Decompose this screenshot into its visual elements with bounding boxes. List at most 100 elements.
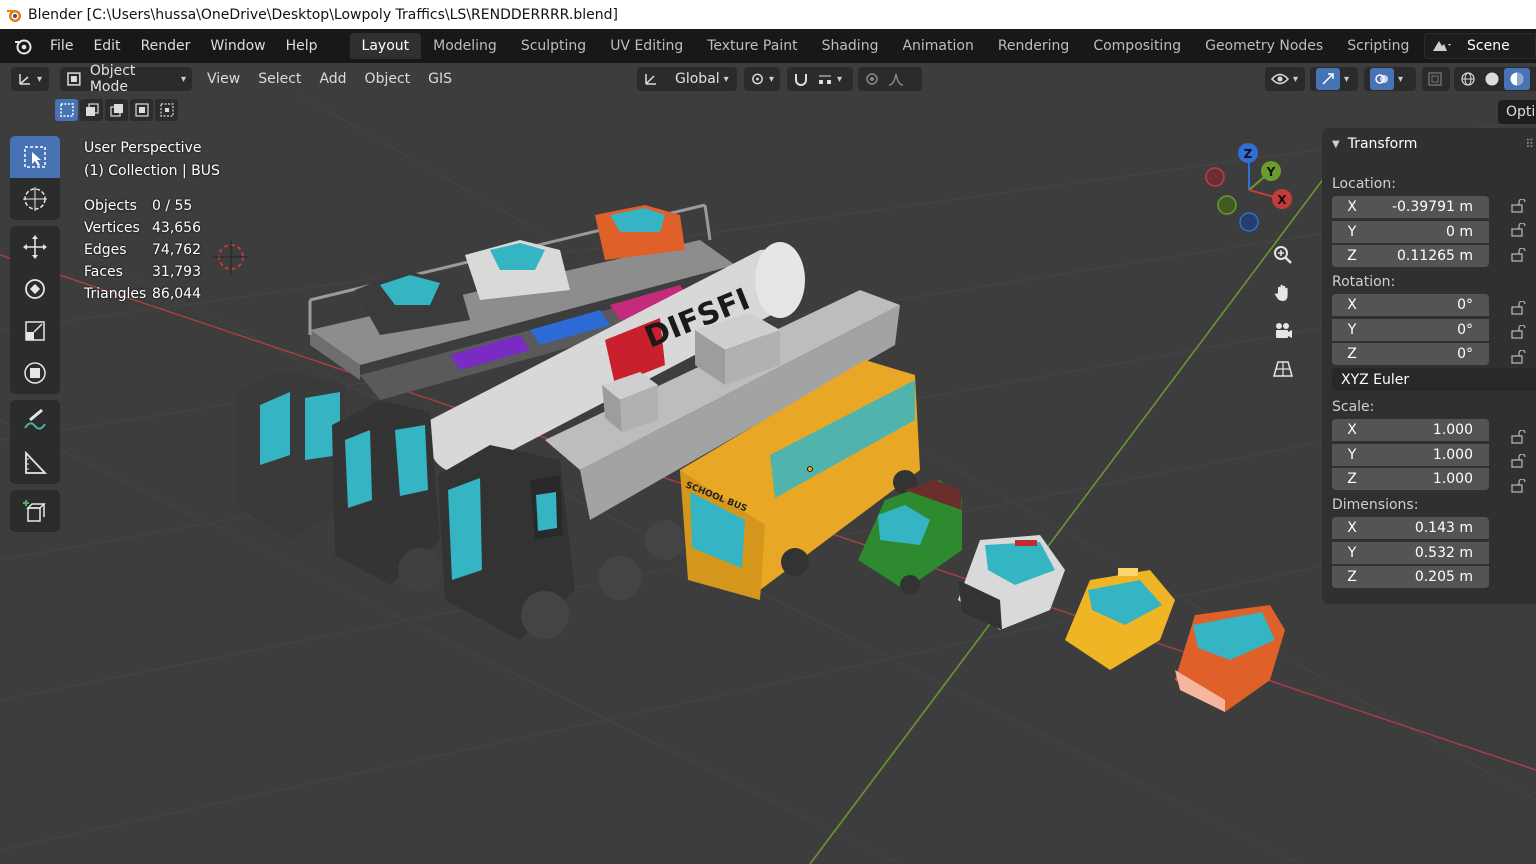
gizmo-x-label: X — [1277, 193, 1287, 207]
rotation-z-field[interactable]: Z 0° — [1332, 343, 1489, 365]
tab-sculpting[interactable]: Sculpting — [509, 33, 598, 59]
menu-render[interactable]: Render — [131, 33, 201, 59]
drag-handle-icon[interactable]: ⠿ — [1525, 137, 1534, 151]
rotation-y-field[interactable]: Y 0° — [1332, 318, 1489, 341]
gizmo-toggle-button[interactable]: ▾ — [1310, 67, 1358, 91]
chevron-down-icon: ▾ — [37, 73, 43, 85]
perspective-grid-icon[interactable] — [1268, 354, 1298, 384]
cursor-tool[interactable] — [10, 178, 60, 220]
editor-type-button[interactable]: ▾ — [11, 67, 49, 91]
dimensions-y-field[interactable]: Y 0.532 m — [1332, 541, 1489, 564]
overlays-toggle-button[interactable]: ▾ — [1364, 67, 1416, 91]
xray-toggle-button[interactable] — [1422, 67, 1450, 91]
location-y-field[interactable]: Y 0 m — [1332, 220, 1489, 243]
location-z-field[interactable]: Z 0.11265 m — [1332, 245, 1489, 267]
dimensions-x-field[interactable]: X 0.143 m — [1332, 517, 1489, 539]
field-value: -0.39791 m — [1391, 199, 1473, 215]
lock-icon[interactable] — [1510, 325, 1528, 339]
tab-geometry-nodes[interactable]: Geometry Nodes — [1193, 33, 1335, 59]
field-value: 0.205 m — [1414, 569, 1473, 585]
lock-icon[interactable] — [1510, 350, 1528, 364]
move-tool[interactable] — [10, 226, 60, 268]
mode-select[interactable]: Object Mode ▾ — [60, 63, 192, 95]
scale-z-field[interactable]: Z 1.000 — [1332, 468, 1489, 490]
solid-shading-icon[interactable] — [1480, 71, 1504, 87]
select-box-tool[interactable] — [10, 136, 60, 178]
3d-cursor[interactable] — [213, 239, 249, 275]
select-extend-icon[interactable] — [80, 99, 103, 121]
select-new-icon[interactable] — [55, 99, 78, 121]
scene-selector[interactable]: Scene — [1424, 33, 1536, 59]
annotate-icon — [24, 408, 46, 430]
tool-bar — [10, 136, 62, 538]
blender-menu-icon[interactable] — [6, 29, 40, 63]
sidebar-transform-panel: ▼ Transform ⠿ Location: X -0.39791 m Y 0 m… — [1322, 128, 1536, 604]
zoom-icon[interactable] — [1268, 240, 1298, 270]
pivot-point-button[interactable]: ▾ — [744, 67, 780, 91]
lock-icon[interactable] — [1510, 430, 1528, 444]
taxi-car[interactable] — [1065, 568, 1175, 670]
transform-tool[interactable] — [10, 352, 60, 394]
menu-view[interactable]: View — [198, 67, 249, 91]
scale-icon — [25, 321, 45, 341]
scale-x-field[interactable]: X 1.000 — [1332, 419, 1489, 441]
options-tab[interactable]: Optic — [1498, 100, 1536, 124]
tab-modeling[interactable]: Modeling — [421, 33, 509, 59]
orange-car[interactable] — [1175, 605, 1285, 712]
rotate-tool[interactable] — [10, 268, 60, 310]
pan-hand-icon[interactable] — [1268, 278, 1298, 308]
menu-file[interactable]: File — [40, 33, 83, 59]
chevron-down-icon: ▾ — [1344, 73, 1350, 85]
axis-label: X — [1347, 199, 1357, 215]
dimensions-z-field[interactable]: Z 0.205 m — [1332, 566, 1489, 588]
menu-help[interactable]: Help — [276, 33, 328, 59]
lock-icon[interactable] — [1510, 454, 1528, 468]
rotation-mode-select[interactable]: XYZ Euler — [1332, 368, 1536, 391]
menu-gis[interactable]: GIS — [419, 67, 461, 91]
measure-tool[interactable] — [10, 442, 60, 484]
lock-icon[interactable] — [1510, 199, 1528, 213]
menu-select[interactable]: Select — [249, 67, 310, 91]
transform-section-header[interactable]: ▼ Transform ⠿ — [1322, 128, 1536, 160]
select-invert-icon[interactable] — [130, 99, 153, 121]
camera-view-icon[interactable] — [1268, 316, 1298, 346]
axis-gizmo[interactable]: Z Y X — [1200, 135, 1300, 235]
lock-icon[interactable] — [1510, 248, 1528, 262]
wireframe-shading-icon[interactable] — [1456, 71, 1480, 87]
location-label: Location: — [1332, 176, 1396, 192]
stat-row: Faces 31,793 — [84, 261, 201, 283]
tab-rendering[interactable]: Rendering — [986, 33, 1082, 59]
menu-edit[interactable]: Edit — [83, 33, 130, 59]
menu-window[interactable]: Window — [200, 33, 275, 59]
annotate-tool[interactable] — [10, 400, 60, 442]
tab-uv-editing[interactable]: UV Editing — [598, 33, 695, 59]
proportional-edit-button[interactable] — [858, 67, 922, 91]
tab-compositing[interactable]: Compositing — [1081, 33, 1193, 59]
stat-value: 0 / 55 — [152, 198, 193, 214]
lock-icon[interactable] — [1510, 223, 1528, 237]
axis-label: Z — [1347, 569, 1357, 585]
material-preview-icon[interactable] — [1504, 68, 1530, 90]
tab-animation[interactable]: Animation — [890, 33, 985, 59]
rotation-x-field[interactable]: X 0° — [1332, 294, 1489, 316]
scale-y-field[interactable]: Y 1.000 — [1332, 443, 1489, 466]
select-intersect-icon[interactable] — [155, 99, 178, 121]
orientation-select[interactable]: Global ▾ — [637, 67, 737, 91]
scale-tool[interactable] — [10, 310, 60, 352]
scene-statistics: Objects 0 / 55 Vertices 43,656 Edges 74,762… — [84, 195, 201, 305]
snap-button[interactable]: ▾ — [787, 67, 853, 91]
location-x-field[interactable]: X -0.39791 m — [1332, 196, 1489, 218]
tab-scripting[interactable]: Scripting — [1335, 33, 1421, 59]
tab-layout[interactable]: Layout — [349, 33, 422, 59]
3d-viewport[interactable]: DIFSFI SCHOOL BUS Z Y X — [0, 95, 1536, 864]
tab-texture-paint[interactable]: Texture Paint — [695, 33, 809, 59]
menu-object[interactable]: Object — [356, 67, 420, 91]
lock-icon[interactable] — [1510, 479, 1528, 493]
police-car[interactable] — [958, 535, 1065, 630]
add-cube-tool[interactable] — [10, 490, 60, 532]
visibility-button[interactable]: ▾ — [1265, 67, 1305, 91]
select-subtract-icon[interactable] — [105, 99, 128, 121]
tab-shading[interactable]: Shading — [810, 33, 891, 59]
menu-add[interactable]: Add — [310, 67, 355, 91]
lock-icon[interactable] — [1510, 301, 1528, 315]
